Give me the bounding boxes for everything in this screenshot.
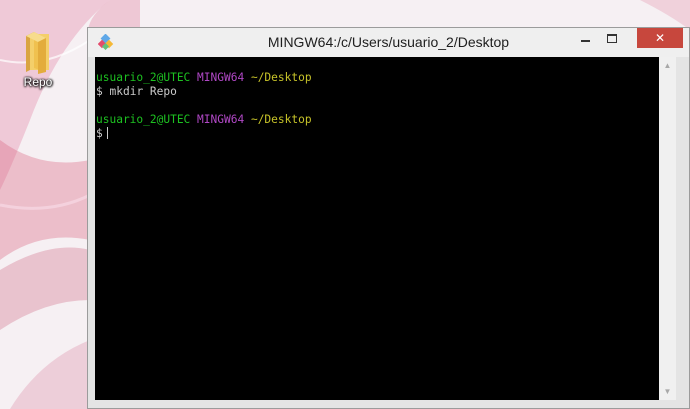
- minimize-icon: [580, 39, 590, 42]
- prompt-path: ~/Desktop: [250, 113, 312, 126]
- close-button[interactable]: ✕: [637, 28, 683, 48]
- window-titlebar[interactable]: MINGW64:/c/Users/usuario_2/Desktop ✕: [88, 28, 689, 57]
- text-cursor: [106, 127, 108, 139]
- maximize-button[interactable]: [599, 28, 625, 48]
- maximize-icon: [607, 34, 617, 44]
- input-line[interactable]: $: [96, 127, 659, 141]
- prompt-host: MINGW64: [197, 113, 245, 126]
- prompt-path: ~/Desktop: [250, 71, 312, 84]
- scroll-down-icon[interactable]: ▼: [659, 383, 676, 400]
- prompt-symbol: $: [96, 85, 103, 98]
- desktop-icon-label: Repo: [23, 75, 53, 89]
- command-line: $ mkdir Repo: [96, 85, 659, 99]
- desktop: Repo MINGW64:/c/Users/usuario_2/Desktop …: [0, 0, 690, 409]
- prompt-host: MINGW64: [197, 71, 245, 84]
- minimize-button[interactable]: [572, 28, 598, 48]
- terminal-window[interactable]: MINGW64:/c/Users/usuario_2/Desktop ✕ usu…: [87, 27, 690, 409]
- scroll-up-icon[interactable]: ▲: [659, 57, 676, 74]
- desktop-icon-repo[interactable]: Repo: [10, 30, 66, 100]
- close-icon: ✕: [654, 31, 666, 45]
- vertical-scrollbar[interactable]: ▲ ▼: [659, 57, 676, 400]
- prompt-line: usuario_2@UTEC MINGW64 ~/Desktop: [96, 71, 659, 85]
- prompt-user: usuario_2@UTEC: [96, 113, 191, 126]
- terminal-output[interactable]: usuario_2@UTEC MINGW64 ~/Desktop $ mkdir…: [95, 57, 659, 400]
- prompt-user: usuario_2@UTEC: [96, 71, 191, 84]
- command-text: mkdir Repo: [109, 85, 177, 98]
- folder-icon: [26, 32, 49, 74]
- prompt-symbol: $: [96, 127, 103, 140]
- prompt-line: usuario_2@UTEC MINGW64 ~/Desktop: [96, 113, 659, 127]
